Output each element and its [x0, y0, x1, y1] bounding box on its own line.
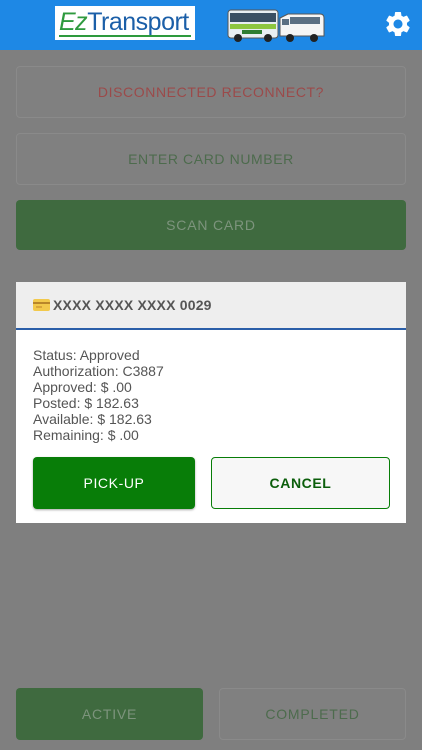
transaction-dialog: XXXX XXXX XXXX 0029 Status: Approved Aut…	[16, 282, 406, 523]
gear-icon[interactable]	[383, 9, 413, 39]
logo-underline	[59, 35, 191, 37]
detail-remaining: Remaining: $ .00	[33, 427, 139, 443]
scan-card-button[interactable]: SCAN CARD	[16, 200, 406, 250]
detail-posted: Posted: $ 182.63	[33, 395, 139, 411]
masked-card-number: XXXX XXXX XXXX 0029	[53, 297, 212, 313]
logo-prefix: Ez	[59, 8, 88, 36]
app-logo: EzTransport	[55, 6, 195, 40]
detail-available: Available: $ 182.63	[33, 411, 152, 427]
bus-icon	[227, 9, 325, 42]
detail-authorization: Authorization: C3887	[33, 363, 164, 379]
app-header: EzTransport	[0, 0, 422, 50]
cancel-button[interactable]: CANCEL	[211, 457, 390, 509]
logo-text: EzTransport	[59, 7, 189, 37]
credit-card-icon	[33, 299, 50, 311]
tab-completed[interactable]: COMPLETED	[219, 688, 406, 740]
pickup-button[interactable]: PICK-UP	[33, 457, 195, 509]
detail-status: Status: Approved	[33, 347, 140, 363]
transaction-details: Status: Approved Authorization: C3887 Ap…	[33, 347, 164, 443]
reconnect-button[interactable]: DISCONNECTED RECONNECT?	[16, 66, 406, 118]
logo-suffix: Transport	[87, 8, 189, 36]
tab-active[interactable]: ACTIVE	[16, 688, 203, 740]
dialog-header: XXXX XXXX XXXX 0029	[16, 282, 406, 330]
card-number-input[interactable]: ENTER CARD NUMBER	[16, 133, 406, 185]
detail-approved: Approved: $ .00	[33, 379, 132, 395]
